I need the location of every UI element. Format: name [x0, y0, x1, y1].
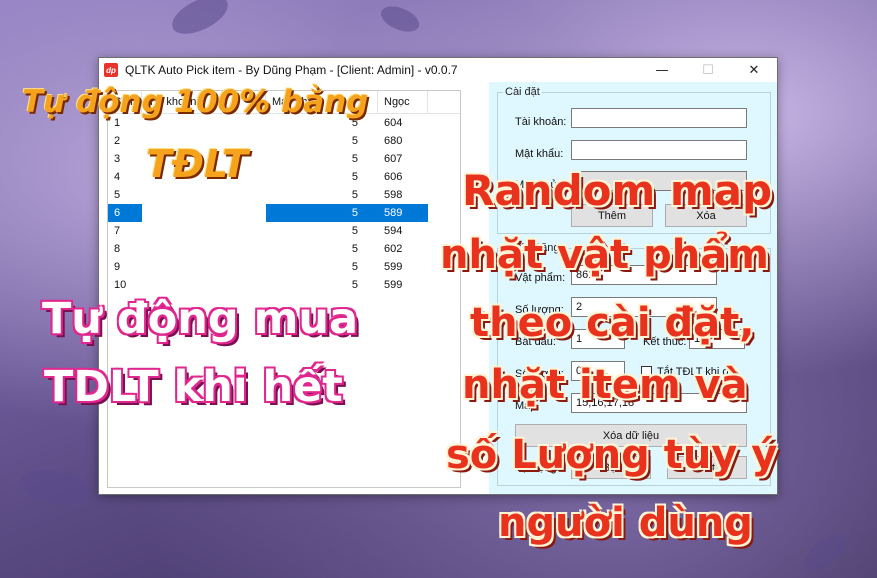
account-label: Tài khoản: — [515, 116, 567, 128]
row-gems: 607 — [384, 153, 403, 165]
row-stt: 2 — [114, 135, 121, 147]
row-stt: 3 — [114, 153, 121, 165]
row-gems: 602 — [384, 243, 403, 255]
table-row[interactable]: 9 5 599 — [108, 258, 460, 276]
background-petal — [797, 527, 853, 577]
window-title: QLTK Auto Pick item - By Dũng Phạm - [Cl… — [125, 63, 458, 77]
table-row[interactable]: 6 5 589 — [108, 204, 460, 222]
row-gems: 604 — [384, 117, 403, 129]
overlay-red-line-2: nhặt vật phẩm — [440, 232, 769, 278]
table-row[interactable]: 5 5 598 — [108, 186, 460, 204]
overlay-red-line-3: theo cài đặt, — [470, 300, 755, 346]
row-gems: 599 — [384, 279, 403, 291]
row-server: 5 — [351, 171, 358, 183]
row-gems: 594 — [384, 225, 403, 237]
row-account — [142, 240, 266, 258]
row-stt: 4 — [114, 171, 121, 183]
close-button[interactable]: ✕ — [731, 58, 777, 82]
row-server: 5 — [351, 225, 358, 237]
row-account — [142, 204, 266, 222]
row-stt: 7 — [114, 225, 121, 237]
overlay-red-line-5: số Lượng tùy ý — [446, 432, 778, 478]
background-petal — [377, 0, 423, 39]
row-stt: 8 — [114, 243, 121, 255]
overlay-red-line-1: Random map — [462, 166, 773, 215]
row-account — [142, 186, 266, 204]
row-stt: 5 — [114, 189, 121, 201]
row-account — [142, 276, 266, 294]
row-server: 5 — [351, 261, 358, 273]
password-input[interactable] — [571, 140, 747, 160]
overlay-yellow-line-1: Tự động 100% bằng — [22, 84, 369, 120]
row-gems: 680 — [384, 135, 403, 147]
background-petal — [166, 0, 234, 40]
row-stt: 6 — [108, 204, 142, 222]
maximize-button[interactable]: ☐ — [685, 58, 731, 82]
row-stt: 10 — [114, 279, 127, 291]
table-row[interactable]: 7 5 594 — [108, 222, 460, 240]
settings-group-title: Cài đặt — [503, 86, 542, 98]
row-account — [142, 222, 266, 240]
app-icon: dp — [104, 63, 118, 77]
row-server: 5 — [351, 279, 358, 291]
account-input[interactable] — [571, 108, 747, 128]
row-server: 5 — [266, 204, 378, 222]
column-header-gems[interactable]: Ngọc — [378, 91, 428, 113]
row-gems: 589 — [378, 204, 428, 222]
overlay-pink-line-1: Tự động mua — [42, 294, 359, 344]
overlay-red-line-4: nhặt item và — [462, 362, 748, 408]
row-gems: 599 — [384, 261, 403, 273]
row-server: 5 — [351, 135, 358, 147]
row-gems: 606 — [384, 171, 403, 183]
table-row[interactable]: 8 5 602 — [108, 240, 460, 258]
table-row[interactable]: 10 5 599 — [108, 276, 460, 294]
row-stt: 9 — [114, 261, 121, 273]
row-account — [142, 258, 266, 276]
row-server: 5 — [351, 153, 358, 165]
row-gems: 598 — [384, 189, 403, 201]
overlay-yellow-line-2: TĐLT — [146, 142, 248, 186]
overlay-pink-line-2: TDLT khi hết — [44, 362, 343, 412]
password-label: Mật khẩu: — [515, 148, 564, 160]
row-server: 5 — [351, 189, 358, 201]
row-server: 5 — [351, 243, 358, 255]
title-bar[interactable]: dp QLTK Auto Pick item - By Dũng Phạm - … — [99, 58, 777, 82]
minimize-button[interactable]: — — [639, 58, 685, 82]
background-petal — [16, 461, 94, 513]
overlay-red-line-6: người dùng — [498, 500, 753, 546]
